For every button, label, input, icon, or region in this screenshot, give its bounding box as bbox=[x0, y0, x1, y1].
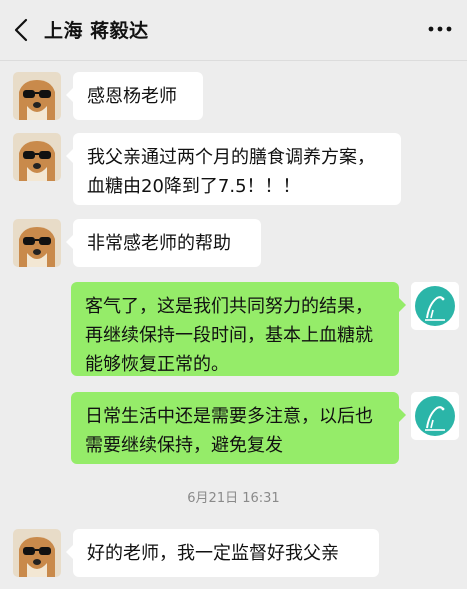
self-avatar[interactable] bbox=[411, 392, 459, 440]
crane-logo-avatar-icon bbox=[411, 282, 459, 330]
more-dots-icon[interactable] bbox=[427, 24, 453, 34]
dog-sunglasses-avatar-icon bbox=[13, 72, 61, 120]
message-bubble-outgoing[interactable]: 客气了，这是我们共同努力的结果，再继续保持一段时间，基本上血糖就能够恢复正常的。 bbox=[71, 282, 406, 376]
message-text: 非常感老师的帮助 bbox=[87, 233, 231, 254]
self-avatar[interactable] bbox=[411, 282, 459, 330]
message-text: 好的老师，我一定监督好我父亲 bbox=[87, 543, 339, 564]
contact-avatar[interactable] bbox=[13, 219, 61, 267]
message-bubble-outgoing[interactable]: 日常生活中还是需要多注意，以后也需要继续保持，避免复发 bbox=[71, 392, 406, 464]
message-timestamp: 6月21日 16:31 bbox=[187, 491, 280, 506]
contact-avatar[interactable] bbox=[13, 133, 61, 181]
chevron-left-icon[interactable] bbox=[14, 18, 28, 42]
message-bubble-incoming[interactable]: 非常感老师的帮助 bbox=[66, 219, 261, 267]
message-text: 我父亲通过两个月的膳食调养方案，血糖由20降到了7.5！！！ bbox=[87, 147, 375, 197]
contact-avatar[interactable] bbox=[13, 72, 61, 120]
crane-logo-avatar-icon bbox=[411, 392, 459, 440]
message-text: 日常生活中还是需要多注意，以后也需要继续保持，避免复发 bbox=[85, 406, 373, 456]
dog-sunglasses-avatar-icon bbox=[13, 529, 61, 577]
dog-sunglasses-avatar-icon bbox=[13, 219, 61, 267]
contact-avatar[interactable] bbox=[13, 529, 61, 577]
message-bubble-incoming[interactable]: 感恩杨老师 bbox=[66, 72, 203, 120]
dog-sunglasses-avatar-icon bbox=[13, 133, 61, 181]
message-text: 感恩杨老师 bbox=[87, 86, 177, 107]
message-bubble-incoming[interactable]: 我父亲通过两个月的膳食调养方案，血糖由20降到了7.5！！！ bbox=[66, 133, 401, 205]
message-bubble-incoming[interactable]: 好的老师，我一定监督好我父亲 bbox=[66, 529, 379, 577]
message-text: 客气了，这是我们共同努力的结果，再继续保持一段时间，基本上血糖就能够恢复正常的。 bbox=[85, 296, 373, 375]
chat-title: 上海 蒋毅达 bbox=[44, 20, 149, 42]
chat-header: 上海 蒋毅达 bbox=[0, 0, 467, 61]
